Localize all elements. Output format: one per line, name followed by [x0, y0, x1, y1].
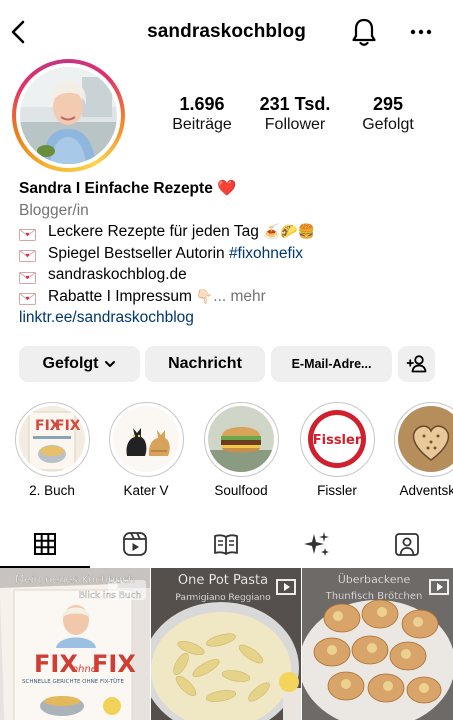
bio-line: Spiegel Bestseller Autorin #fixohnefix — [19, 243, 439, 265]
highlight-soulfood[interactable]: Soulfood — [201, 402, 281, 498]
fissler-logo: Fissler — [312, 433, 361, 448]
book-title-right: FIX — [92, 650, 136, 678]
add-person-icon — [406, 355, 426, 373]
profile-display-name: Sandra I Einfache Rezepte ❤️ — [19, 180, 237, 197]
profile-category: Blogger/in — [19, 201, 89, 219]
highlight-cover: FIX FIX — [18, 406, 85, 472]
highlight-fissler[interactable]: Fissler Fissler — [297, 402, 377, 498]
stat-following-label: Gefolgt — [362, 116, 414, 133]
chevron-down-icon — [104, 361, 115, 367]
love-letter-icon — [19, 290, 36, 306]
profile-username: sandraskochblog — [147, 21, 306, 42]
post-caption: One Pot Pasta — [178, 573, 268, 588]
tab-guides[interactable] — [181, 520, 271, 568]
post-caption: Mein neues Kochbuch — [15, 573, 135, 586]
love-letter-icon — [19, 247, 36, 263]
bio-external-link[interactable]: linktr.ee/sandraskochblog — [19, 307, 439, 329]
highlight-label: Soulfood — [214, 483, 268, 498]
bio-line-text: sandraskochblog.de — [48, 266, 187, 283]
top-bar: sandraskochblog — [0, 0, 453, 64]
highlight-cover: Fissler — [303, 406, 370, 472]
food-emoji-icons: 🍝🌮🍔 — [262, 223, 316, 239]
email-button[interactable]: E-Mail-Adre... — [271, 346, 392, 382]
following-button[interactable]: Gefolgt — [19, 346, 140, 382]
post-caption-sub: Parmigiano Reggiano — [175, 593, 271, 603]
bio-hashtag-link[interactable]: #fixohnefix — [229, 243, 303, 265]
tab-effects[interactable] — [272, 520, 362, 568]
tab-posts-grid[interactable] — [0, 520, 90, 568]
highlight-label: Fissler — [317, 483, 357, 498]
post-tile[interactable]: One Pot Pasta Parmigiano Reggiano — [151, 568, 301, 720]
svg-text:FIX: FIX — [55, 418, 81, 434]
stat-following-value: 295 — [372, 94, 404, 114]
highlight-cover — [397, 406, 453, 472]
pointing-down-icon: 👇🏻 — [195, 287, 214, 304]
highlight-2-buch[interactable]: FIX FIX 2. Buch — [12, 402, 92, 498]
highlight-label: Adventska — [399, 483, 453, 498]
post-tile[interactable]: FIX ohne FIX SCHNELLE GERICHTE OHNE FIX-… — [0, 568, 150, 720]
bio-line-text: Spiegel Bestseller Autorin — [48, 244, 229, 262]
profile-tabs — [0, 520, 453, 568]
bio-line: sandraskochblog.de — [19, 264, 439, 286]
tagged-person-icon — [395, 533, 419, 556]
suggest-people-button[interactable] — [398, 346, 435, 382]
highlight-cover — [112, 406, 179, 472]
post-tile[interactable]: Überbackene Thunfisch Brötchen — [302, 568, 453, 720]
post-image: FIX ohne FIX SCHNELLE GERICHTE OHNE FIX-… — [0, 568, 150, 720]
posts-grid: FIX ohne FIX SCHNELLE GERICHTE OHNE FIX-… — [0, 568, 453, 720]
following-button-label: Gefolgt — [42, 355, 99, 372]
reels-icon — [123, 532, 147, 556]
email-button-label: E-Mail-Adre... — [291, 357, 372, 371]
profile-avatar-story-ring[interactable] — [12, 59, 125, 172]
post-caption-sub: Thunfisch Brötchen — [325, 591, 423, 602]
tab-reels[interactable] — [90, 520, 180, 568]
highlight-label: Kater V — [123, 483, 169, 498]
post-caption-sub: Blick ins Buch — [79, 591, 141, 601]
highlight-adventska[interactable]: Adventska — [391, 402, 453, 498]
more-options-icon[interactable] — [409, 21, 433, 43]
bio-line-text: Leckere Rezepte für jeden Tag — [48, 223, 259, 240]
message-button[interactable]: Nachricht — [145, 346, 265, 382]
bio-line-text: Rabatte I Impressum — [48, 287, 192, 305]
stat-following[interactable]: 295 Gefolgt — [333, 93, 443, 135]
tab-tagged[interactable] — [362, 520, 452, 568]
message-button-label: Nachricht — [168, 355, 242, 372]
love-letter-icon — [19, 269, 36, 284]
grid-icon — [34, 533, 56, 555]
profile-avatar — [20, 67, 117, 164]
sparkles-icon — [304, 532, 329, 556]
post-image: Überbackene Thunfisch Brötchen — [302, 568, 453, 720]
profile-bio: Sandra I Einfache Rezepte ❤️ Blogger/in … — [19, 178, 439, 329]
book-subtitle: SCHNELLE GERICHTE OHNE FIX-TÜTE — [22, 678, 124, 685]
post-caption: Überbackene — [338, 573, 411, 586]
guide-book-icon — [214, 534, 238, 555]
love-letter-icon — [19, 226, 36, 241]
bio-line: Rabatte I Impressum 👇🏻 ... mehr — [19, 286, 439, 308]
highlight-label: 2. Buch — [29, 483, 75, 498]
highlight-cover — [207, 406, 274, 472]
highlight-kater-v[interactable]: Kater V — [106, 402, 186, 498]
bio-more-link[interactable]: ... mehr — [213, 286, 266, 308]
bio-line: Leckere Rezepte für jeden Tag 🍝🌮🍔 — [19, 221, 439, 243]
post-image: One Pot Pasta Parmigiano Reggiano — [151, 568, 301, 720]
notification-bell-icon[interactable] — [350, 17, 378, 47]
